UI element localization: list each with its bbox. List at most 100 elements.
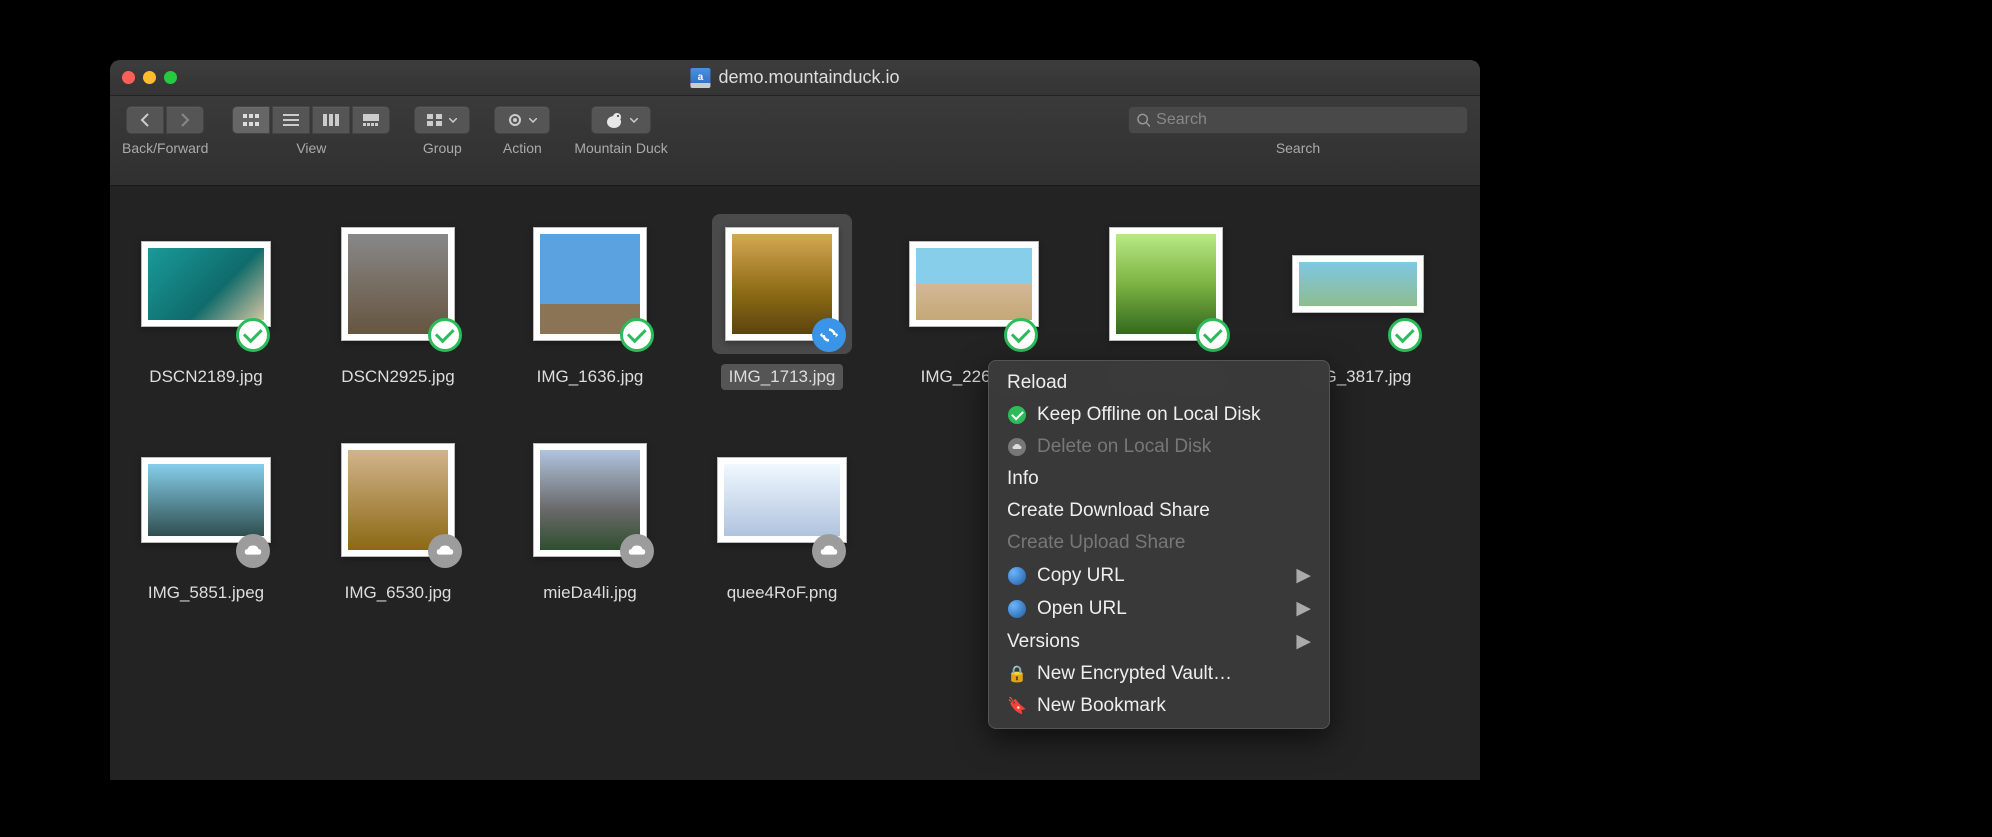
file-thumbnail[interactable]: [520, 430, 660, 570]
file-name-label[interactable]: IMG_1713.jpg: [721, 364, 844, 390]
synced-badge-icon: [620, 318, 654, 352]
submenu-arrow-icon: ▶: [1296, 597, 1311, 620]
toolbar-action: Action: [494, 106, 550, 156]
file-item[interactable]: quee4RoF.png: [696, 430, 868, 606]
view-icons-button[interactable]: [232, 106, 270, 134]
menu-item-reload[interactable]: Reload: [989, 367, 1329, 399]
globe-icon: [1007, 599, 1027, 619]
file-name-label[interactable]: mieDa4li.jpg: [535, 580, 645, 606]
menu-item-copy-url[interactable]: Copy URL ▶: [989, 559, 1329, 592]
file-thumbnail[interactable]: [136, 214, 276, 354]
context-menu: Reload Keep Offline on Local Disk Delete o…: [988, 360, 1330, 729]
menu-item-label: Reload: [1007, 372, 1067, 394]
view-label: View: [296, 140, 326, 156]
submenu-arrow-icon: ▶: [1296, 564, 1311, 587]
file-item[interactable]: IMG_5851.jpeg: [120, 430, 292, 606]
list-view-icon: [283, 114, 299, 126]
chevron-right-icon: [180, 113, 190, 127]
file-name-label[interactable]: DSCN2189.jpg: [141, 364, 270, 390]
file-thumbnail[interactable]: [136, 430, 276, 570]
action-button[interactable]: [494, 106, 550, 134]
group-icon: [427, 114, 443, 126]
minimize-button[interactable]: [143, 71, 156, 84]
view-columns-button[interactable]: [312, 106, 350, 134]
file-name-label[interactable]: IMG_6530.jpg: [337, 580, 460, 606]
duck-icon: [604, 111, 624, 129]
menu-item-create-download-share[interactable]: Create Download Share: [989, 495, 1329, 527]
mountain-duck-button[interactable]: [591, 106, 651, 134]
menu-item-open-url[interactable]: Open URL ▶: [989, 592, 1329, 625]
forward-button[interactable]: [166, 106, 204, 134]
gallery-view-icon: [363, 114, 379, 126]
cloud-badge-icon: [428, 534, 462, 568]
view-gallery-button[interactable]: [352, 106, 390, 134]
close-button[interactable]: [122, 71, 135, 84]
chevron-down-icon: [449, 118, 457, 123]
back-forward-label: Back/Forward: [122, 140, 208, 156]
file-name-label[interactable]: IMG_5851.jpeg: [140, 580, 272, 606]
file-thumbnail[interactable]: [328, 214, 468, 354]
submenu-arrow-icon: ▶: [1296, 630, 1311, 653]
window-title: a demo.mountainduck.io: [690, 67, 899, 88]
bookmark-icon: 🔖: [1007, 696, 1027, 716]
file-thumbnail[interactable]: [1096, 214, 1236, 354]
toolbar-search: Search: [1128, 106, 1468, 156]
titlebar: a demo.mountainduck.io: [110, 60, 1480, 96]
file-thumbnail[interactable]: [328, 430, 468, 570]
menu-item-info[interactable]: Info: [989, 463, 1329, 495]
menu-item-label: New Encrypted Vault…: [1037, 663, 1232, 685]
cloud-icon: [1007, 437, 1027, 457]
menu-item-label: Create Upload Share: [1007, 532, 1186, 554]
check-circle-icon: [1007, 405, 1027, 425]
file-name-label[interactable]: quee4RoF.png: [719, 580, 846, 606]
menu-item-label: Open URL: [1037, 598, 1127, 620]
menu-item-create-upload-share: Create Upload Share: [989, 527, 1329, 559]
synced-badge-icon: [1004, 318, 1038, 352]
file-thumbnail[interactable]: [904, 214, 1044, 354]
file-thumbnail[interactable]: [1288, 214, 1428, 354]
menu-item-label: Copy URL: [1037, 565, 1125, 587]
drive-icon: a: [690, 68, 710, 88]
icons-view-icon: [243, 114, 259, 126]
cloud-badge-icon: [620, 534, 654, 568]
gear-icon: [507, 112, 523, 128]
synced-badge-icon: [1388, 318, 1422, 352]
menu-item-label: Delete on Local Disk: [1037, 436, 1211, 458]
syncing-badge-icon: [812, 318, 846, 352]
view-list-button[interactable]: [272, 106, 310, 134]
window-title-text: demo.mountainduck.io: [718, 67, 899, 88]
columns-view-icon: [323, 114, 339, 126]
search-icon: [1137, 113, 1150, 127]
maximize-button[interactable]: [164, 71, 177, 84]
file-thumbnail[interactable]: [712, 430, 852, 570]
file-thumbnail[interactable]: [712, 214, 852, 354]
finder-window: a demo.mountainduck.io Back/Forward: [110, 60, 1480, 780]
menu-item-label: Keep Offline on Local Disk: [1037, 404, 1261, 426]
menu-item-new-encrypted-vault[interactable]: 🔒 New Encrypted Vault…: [989, 658, 1329, 690]
menu-item-delete-on-local-disk: Delete on Local Disk: [989, 431, 1329, 463]
chevron-left-icon: [140, 113, 150, 127]
back-button[interactable]: [126, 106, 164, 134]
globe-icon: [1007, 566, 1027, 586]
menu-item-new-bookmark[interactable]: 🔖New Bookmark: [989, 690, 1329, 722]
file-name-label[interactable]: IMG_1636.jpg: [529, 364, 652, 390]
lock-icon: 🔒: [1007, 664, 1027, 684]
file-item[interactable]: DSCN2925.jpg: [312, 214, 484, 390]
search-label: Search: [1276, 140, 1320, 156]
group-button[interactable]: [414, 106, 470, 134]
file-thumbnail[interactable]: [520, 214, 660, 354]
toolbar-back-forward: Back/Forward: [122, 106, 208, 156]
file-item[interactable]: IMG_6530.jpg: [312, 430, 484, 606]
menu-item-versions[interactable]: Versions▶: [989, 625, 1329, 658]
file-name-label[interactable]: DSCN2925.jpg: [333, 364, 462, 390]
file-item[interactable]: IMG_1636.jpg: [504, 214, 676, 390]
file-item[interactable]: mieDa4li.jpg: [504, 430, 676, 606]
search-box[interactable]: [1128, 106, 1468, 134]
synced-badge-icon: [428, 318, 462, 352]
toolbar-mountain-duck: Mountain Duck: [574, 106, 667, 156]
file-item[interactable]: DSCN2189.jpg: [120, 214, 292, 390]
file-item[interactable]: IMG_1713.jpg: [696, 214, 868, 390]
menu-item-keep-offline-on-local-disk[interactable]: Keep Offline on Local Disk: [989, 399, 1329, 431]
search-input[interactable]: [1156, 111, 1459, 129]
synced-badge-icon: [236, 318, 270, 352]
